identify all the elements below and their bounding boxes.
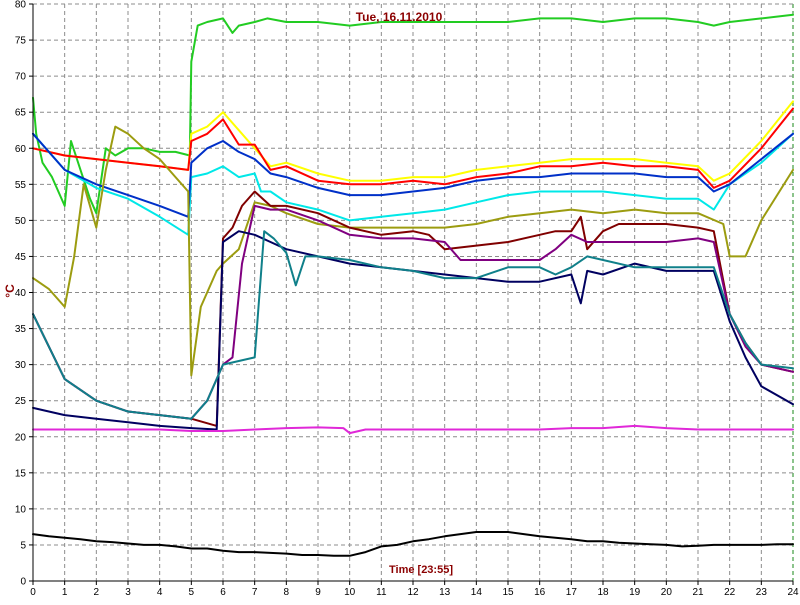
x-tick-label: 7 [252,587,258,598]
y-tick-label: 45 [15,252,27,263]
x-tick-label: 19 [629,587,641,598]
chart-svg: 0 1 2 3 4 5 6 7 8 9 10 11 12 13 14 15 16 17 18 19 20 21 22 23 24… [0,0,800,600]
x-tick-label: 13 [439,587,451,598]
x-tick-label: 21 [692,587,704,598]
x-tick-label: 4 [157,587,163,598]
y-tick-label: 50 [15,216,27,227]
x-tick-label: 24 [787,587,799,598]
x-tick-label: 0 [30,587,36,598]
x-tick-label: 17 [566,587,578,598]
x-tick-label: 20 [661,587,673,598]
x-tick-label: 18 [597,587,609,598]
y-tick-label: 70 [15,72,27,83]
x-tick-label: 10 [344,587,356,598]
y-tick-label: 60 [15,144,27,155]
y-tick-label: 75 [15,36,27,47]
y-tick-label: 30 [15,360,27,371]
x-tick-label: 12 [407,587,419,598]
x-tick-label: 5 [189,587,195,598]
x-tick-label: 9 [315,587,321,598]
x-tick-label: 1 [62,587,68,598]
temperature-chart: 0 1 2 3 4 5 6 7 8 9 10 11 12 13 14 15 16 17 18 19 20 21 22 23 24… [0,0,800,600]
y-tick-label: 65 [15,108,27,119]
x-tick-label: 8 [284,587,290,598]
chart-title: Tue, 16.11.2010 [356,10,443,24]
chart-background [0,0,800,600]
x-tick-label: 23 [756,587,768,598]
x-tick-label: 22 [724,587,736,598]
y-tick-label: 35 [15,324,27,335]
y-tick-label: 25 [15,396,27,407]
y-tick-label: 20 [15,432,27,443]
y-tick-label: 0 [20,577,26,588]
x-tick-label: 3 [125,587,131,598]
x-tick-label: 6 [220,587,226,598]
y-tick-label: 10 [15,504,27,515]
y-tick-label: 15 [15,468,27,479]
x-axis-label: Time [23:55] [389,564,453,576]
x-tick-label: 11 [376,587,387,598]
y-tick-label: 5 [20,540,26,551]
y-tick-label: 80 [15,0,27,11]
x-tick-label: 15 [502,587,514,598]
x-tick-label: 14 [471,587,483,598]
y-tick-label: 55 [15,180,27,191]
x-tick-label: 16 [534,587,546,598]
x-tick-label: 2 [94,587,100,598]
y-axis-label: °C [3,284,17,298]
